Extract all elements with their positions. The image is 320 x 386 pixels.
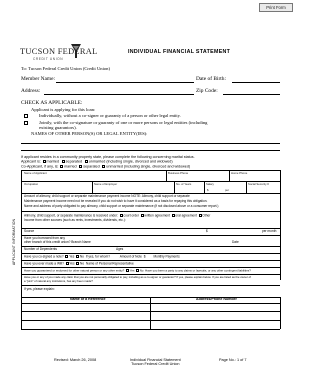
- personal-rep-label: Name of Personal Representative: [85, 261, 134, 266]
- print-form-button[interactable]: Print Form: [259, 3, 293, 12]
- unmarried-label: unmarried (including single, divorced an…: [88, 159, 173, 164]
- names-other-field-2[interactable]: [21, 150, 280, 151]
- obligated-party-text: Name and address of party obligated to p…: [24, 204, 219, 208]
- guaranteed-row: Have you guaranteed or endorsed for othe…: [24, 268, 251, 273]
- zip-code-field[interactable]: [223, 94, 280, 95]
- individually-label: Individually, without a co-signer or gua…: [39, 113, 181, 118]
- yes-label: Yes: [69, 261, 75, 266]
- form-title: INDIVIDUAL FINANCIAL STATEMENT: [128, 49, 231, 55]
- applicant-separated-checkbox[interactable]: [61, 160, 65, 163]
- if-yes-whom-label: If yes, for whom?: [85, 254, 111, 259]
- separated-label: separated: [83, 164, 100, 169]
- individually-checkbox[interactable]: [24, 114, 28, 118]
- monthly-payments-label: Monthly Payments: [153, 254, 180, 259]
- salary-dollar-sign: $: [207, 188, 209, 192]
- footer-revised-date: Revised: March 26, 2008: [54, 358, 97, 362]
- will-row: Have you ever made a Will? Yes No Name o…: [24, 262, 134, 266]
- date-of-birth-field[interactable]: [232, 82, 280, 83]
- guaranteed-no-checkbox[interactable]: [136, 269, 140, 272]
- zip-code-label: Zip Code:: [196, 88, 218, 94]
- member-name-field[interactable]: [56, 82, 194, 83]
- will-no-checkbox[interactable]: [76, 262, 80, 265]
- home-phone-label: Home Phone: [231, 171, 248, 175]
- made-will-text: Have you ever made a Will?: [24, 261, 64, 266]
- cosigned-note-row: Have you co-signed a note? Yes No If yes…: [24, 255, 180, 259]
- co-applicant-is-label: Co-Applicant, if any, is:: [21, 164, 59, 169]
- cosigned-note-text: Have you co-signed a note?: [24, 254, 64, 259]
- court-order-label: court order: [123, 213, 139, 218]
- names-other-field-1[interactable]: [21, 143, 280, 144]
- applicant-unmarried-checkbox[interactable]: [84, 160, 88, 163]
- court-order-checkbox[interactable]: [119, 214, 123, 217]
- source-label: Source: [24, 229, 35, 233]
- borrowed-line-2: other branch of this credit union? Branc…: [24, 240, 91, 244]
- applicant-applying-text: Applicant is applying for this loan:: [31, 107, 96, 112]
- footer-page-number: Page No.: 1 of 7: [219, 358, 247, 362]
- guaranteed-yes-checkbox[interactable]: [125, 269, 129, 272]
- date-of-birth-label: Date of Birth:: [196, 76, 226, 82]
- married-label: married: [46, 159, 60, 164]
- salary-per-label: per: [225, 188, 230, 192]
- amount-of-note-label: Amount of Note: [119, 254, 142, 259]
- guaranteed-text: Have you guaranteed or endorsed for othe…: [24, 268, 125, 273]
- yes-label: Yes: [129, 268, 135, 273]
- applicant-marital-row: Applicant is: married separated unmarrie…: [21, 160, 173, 164]
- yes-label: Yes: [69, 254, 75, 259]
- no-label: No: [139, 268, 144, 273]
- check-as-applicable-heading: CHECK AS APPLICABLE:: [21, 100, 83, 106]
- footer-org-name: Tucson Federal Credit Union: [131, 362, 180, 367]
- ssn-label: Social Security #: [248, 182, 269, 186]
- date-label: Date: [232, 240, 239, 244]
- co-applicant-marital-row: Co-Applicant, if any, is: married separa…: [21, 165, 190, 169]
- dollar-sign: $: [143, 254, 146, 259]
- no-label: No: [79, 254, 84, 259]
- name-of-applicant-label: Name of Applicant: [24, 171, 47, 175]
- business-phone-label: Business Phone: [168, 171, 189, 175]
- address-field[interactable]: [44, 94, 194, 95]
- if-yes-explain-label: If yes, please explain:: [24, 287, 55, 291]
- reference-address-header: Address/Phone Number: [196, 297, 237, 301]
- employer-label: Name of Employer: [94, 182, 118, 186]
- occupation-label: Occupation: [24, 182, 39, 186]
- address-label: Address:: [21, 88, 41, 94]
- written-agreement-label: written agreement: [144, 213, 170, 218]
- co-applicant-married-checkbox[interactable]: [60, 165, 64, 168]
- unmarried-label: unmarried (including single, divorced an…: [106, 164, 191, 169]
- alimony-received-text: Alimony, child support, or separate main…: [24, 213, 119, 218]
- applicant-is-label: Applicant is:: [21, 159, 41, 164]
- logo-subtitle: CREDIT UNION: [33, 57, 64, 61]
- ages-label: Ages: [116, 247, 124, 251]
- cosigned-no-checkbox[interactable]: [76, 255, 80, 258]
- dollar-sign: $: [206, 229, 208, 233]
- logo-mark-icon: [71, 44, 81, 58]
- to-line: To: Tucson Federal Credit Union (Credit …: [21, 66, 110, 71]
- no-label: No: [80, 261, 85, 266]
- married-label: married: [64, 164, 77, 169]
- co-applicant-separated-checkbox[interactable]: [79, 165, 83, 168]
- other-label: Other: [202, 213, 211, 218]
- salary-label: Salary: [206, 182, 214, 186]
- tucson-federal-logo: TUCSON FEDERAL CREDIT UNION: [20, 40, 120, 64]
- member-name-label: Member Name:: [21, 76, 55, 82]
- separated-label: separated: [65, 159, 83, 164]
- explain-line-2: a "joint" of natural any institutions, h…: [24, 279, 93, 283]
- oral-agreement-label: oral agreement: [175, 213, 197, 218]
- other-income-text: Income from other sources (such as rents…: [24, 218, 126, 222]
- per-month-label: per month: [262, 229, 277, 233]
- cosigned-yes-checkbox[interactable]: [65, 255, 69, 258]
- applicant-married-checkbox[interactable]: [42, 160, 46, 163]
- claims-text: Have you been a party to any claims or l…: [145, 268, 251, 273]
- years-label: No. of Years: [176, 182, 192, 186]
- applicant-information-side-label: APPLICANT INFORMATION: [12, 218, 16, 266]
- names-other-label: NAMES OF OTHER PERSON(S) OR LEGAL ENTITY…: [31, 131, 148, 136]
- jointly-checkbox[interactable]: [24, 121, 28, 125]
- footer-center: Individual Financial Statement Tucson Fe…: [130, 358, 181, 367]
- jointly-label-2: existing guarantors).: [39, 125, 77, 130]
- dependents-label: Number of Dependents: [24, 247, 57, 251]
- logo-name: TUCSON FEDERAL: [20, 47, 98, 56]
- reference-name-header: Name of a Reference: [70, 297, 106, 301]
